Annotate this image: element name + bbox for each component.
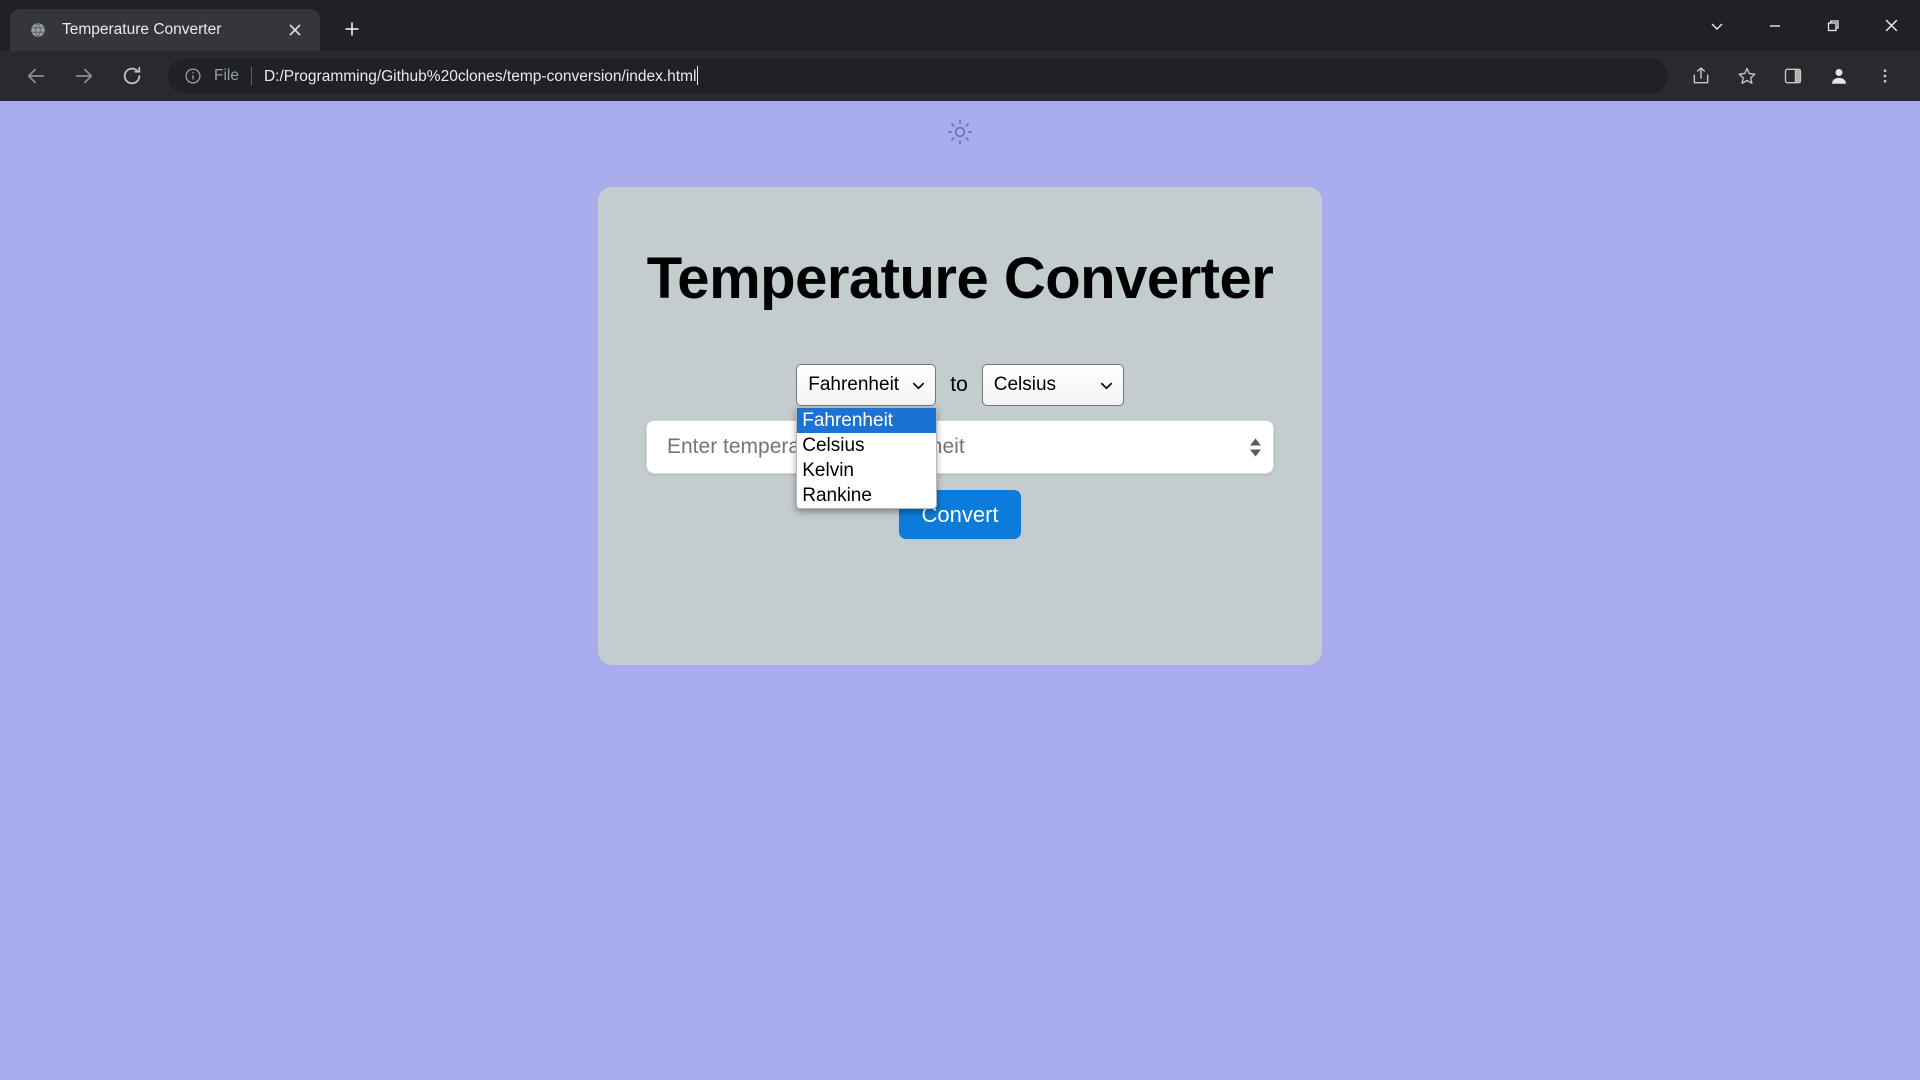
to-unit-value: Celsius (994, 374, 1056, 396)
star-icon[interactable] (1729, 58, 1765, 94)
page-viewport: Temperature Converter Fahrenheit Fahrenh… (0, 101, 1920, 1080)
browser-titlebar: Temperature Converter (0, 0, 1920, 51)
page-title: Temperature Converter (598, 187, 1322, 312)
browser-window: Temperature Converter (0, 0, 1920, 1080)
sun-icon[interactable] (947, 119, 973, 145)
three-dot-menu-icon[interactable] (1867, 58, 1903, 94)
temperature-input-wrapper[interactable] (646, 420, 1274, 474)
tab-strip: Temperature Converter (0, 0, 370, 51)
reload-icon[interactable] (114, 58, 150, 94)
converter-card: Temperature Converter Fahrenheit Fahrenh… (598, 187, 1322, 665)
tab-title: Temperature Converter (62, 21, 282, 39)
omnibox-divider (251, 67, 252, 85)
window-controls (1688, 0, 1920, 51)
minimize-icon[interactable] (1746, 0, 1804, 51)
temperature-input-row (598, 420, 1322, 474)
maximize-icon[interactable] (1804, 0, 1862, 51)
window-close-icon[interactable] (1862, 0, 1920, 51)
dropdown-option[interactable]: Rankine (797, 483, 936, 508)
url-text[interactable]: D:/Programming/Github%20clones/temp-conv… (264, 66, 1654, 86)
url-value: D:/Programming/Github%20clones/temp-conv… (264, 68, 696, 85)
address-bar[interactable]: File D:/Programming/Github%20clones/temp… (168, 58, 1668, 94)
globe-icon (28, 20, 48, 40)
to-unit-select[interactable]: Celsius (982, 364, 1124, 406)
unit-selection-row: Fahrenheit Fahrenheit Celsius Kelvin Ran… (598, 364, 1322, 406)
convert-row: Convert (598, 490, 1322, 539)
close-icon[interactable] (282, 17, 308, 43)
dropdown-option[interactable]: Celsius (797, 433, 936, 458)
back-icon[interactable] (18, 58, 54, 94)
number-stepper-icon[interactable] (1247, 438, 1263, 457)
browser-toolbar: File D:/Programming/Github%20clones/temp… (0, 51, 1920, 101)
from-unit-select[interactable]: Fahrenheit (796, 364, 936, 406)
browser-tab[interactable]: Temperature Converter (10, 9, 320, 51)
temperature-input[interactable] (665, 434, 1247, 460)
dropdown-option[interactable]: Fahrenheit (797, 408, 936, 433)
text-caret (697, 66, 698, 85)
to-label: to (950, 373, 968, 397)
url-scheme-label: File (214, 67, 239, 85)
chevron-down-icon (1099, 378, 1114, 393)
side-panel-icon[interactable] (1775, 58, 1811, 94)
chevron-down-icon (911, 378, 926, 393)
from-unit-value: Fahrenheit (808, 374, 899, 396)
share-icon[interactable] (1683, 58, 1719, 94)
forward-icon[interactable] (66, 58, 102, 94)
new-tab-button[interactable] (334, 11, 370, 47)
from-unit-dropdown[interactable]: Fahrenheit Celsius Kelvin Rankine (796, 407, 937, 509)
info-circle-icon[interactable] (182, 65, 204, 87)
profile-avatar-icon[interactable] (1821, 58, 1857, 94)
minimize-to-tray-icon[interactable] (1688, 0, 1746, 51)
dropdown-option[interactable]: Kelvin (797, 458, 936, 483)
